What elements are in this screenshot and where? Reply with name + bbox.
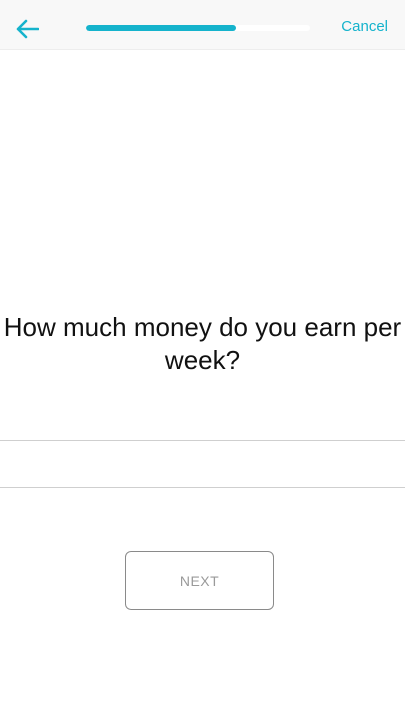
screen: Cancel How much money do you earn per we… xyxy=(0,0,405,726)
progress-bar-fill xyxy=(86,25,237,31)
cancel-button[interactable]: Cancel xyxy=(341,18,388,35)
next-button[interactable]: NEXT xyxy=(125,551,274,610)
back-button[interactable] xyxy=(10,12,44,46)
arrow-left-icon xyxy=(16,19,39,39)
progress-bar xyxy=(86,25,310,31)
question-text: How much money do you earn per week? xyxy=(3,312,402,375)
top-bar: Cancel xyxy=(0,0,405,50)
weekly-earnings-input[interactable] xyxy=(0,440,405,488)
